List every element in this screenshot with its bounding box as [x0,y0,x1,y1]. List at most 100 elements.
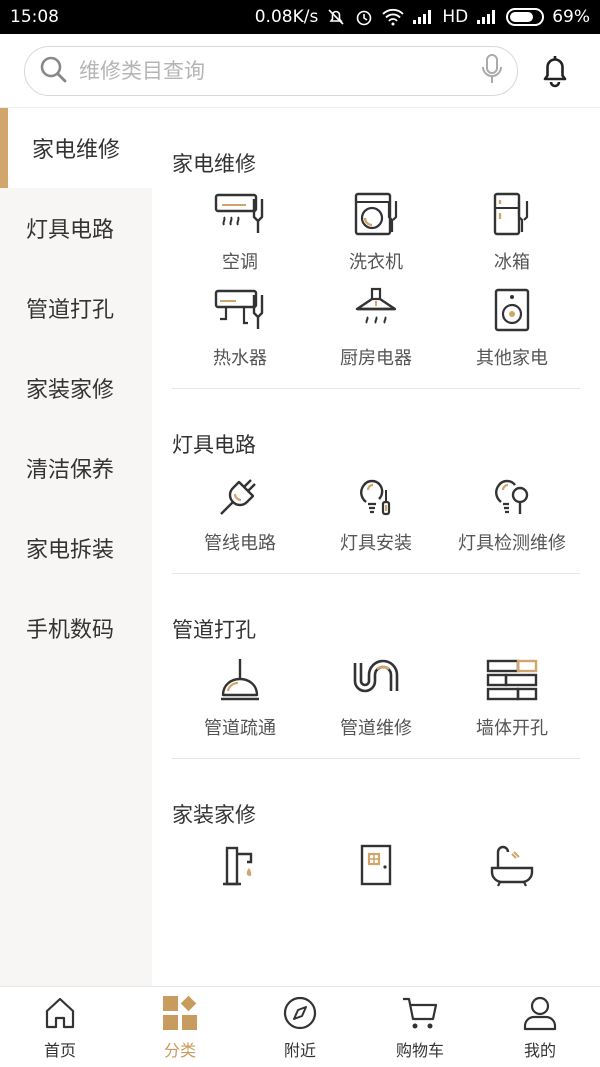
sidebar-item-label: 管道打孔 [26,298,115,323]
service-item-light-repair[interactable]: 灯具检测维修 [444,467,580,563]
bottom-tab-bar: 首页 分类 附近 购物车 我的 [0,986,600,1067]
service-label: 热水器 [213,348,267,369]
service-grid: 空调 洗衣机 冰箱 热水器 厨房电器 其他家电 [172,186,580,378]
tab-nearby[interactable]: 附近 [240,987,360,1067]
service-item-faucet[interactable] [172,837,308,933]
service-item-door[interactable] [308,837,444,933]
section-title: 灯具电路 [172,433,256,457]
tab-me[interactable]: 我的 [480,987,600,1067]
washing-machine-repair-icon [348,186,404,242]
brick-wall-icon [484,652,540,708]
section-title: 家装家修 [172,803,256,827]
microphone-icon[interactable] [481,53,503,89]
service-label: 墙体开孔 [476,718,548,739]
service-item-wall-drilling[interactable]: 墙体开孔 [444,652,580,748]
pipe-icon [348,652,404,708]
search-icon [39,55,67,87]
notification-bell-icon[interactable] [538,51,572,91]
sidebar-item-home-repair[interactable]: 家装家修 [0,348,152,428]
compass-icon [280,993,320,1033]
sidebar-item-pipe-drilling[interactable]: 管道打孔 [0,268,152,348]
signal-icon-2 [476,9,498,25]
tab-label: 首页 [43,1041,76,1060]
service-item-fridge[interactable]: 冰箱 [444,186,580,282]
sidebar-item-digital[interactable]: 手机数码 [0,588,152,668]
header [0,34,600,108]
tab-home[interactable]: 首页 [0,987,120,1067]
sidebar-item-appliance-repair[interactable]: 家电维修 [0,108,152,188]
service-item-washing-machine[interactable]: 洗衣机 [308,186,444,282]
service-item-kitchen-appliance[interactable]: 厨房电器 [308,282,444,378]
user-icon [520,993,560,1033]
bulb-screwdriver-icon [348,467,404,523]
section-title: 家电维修 [172,152,256,176]
sidebar-item-lighting-circuit[interactable]: 灯具电路 [0,188,152,268]
tab-category[interactable]: 分类 [120,987,240,1067]
signal-icon [412,9,434,25]
battery-icon [506,8,545,26]
mute-icon [326,7,346,27]
service-label: 洗衣机 [349,252,403,273]
status-bar: 15:08 0.08K/s HD 69% [0,0,600,34]
category-content: 家电维修 空调 洗衣机 冰箱 热水器 厨房电器 其他家电 灯具电路 管线电路 灯… [152,108,600,986]
sidebar-item-label: 家电拆装 [26,538,115,563]
bathtub-icon [484,837,540,893]
section-pipe-drilling: 管道打孔 管道疏通 管道维修 墙体开孔 [152,574,600,759]
service-item-other-appliance[interactable]: 其他家电 [444,282,580,378]
service-grid: 管线电路 灯具安装 灯具检测维修 [172,467,580,563]
plunger-icon [212,652,268,708]
service-item-wiring[interactable]: 管线电路 [172,467,308,563]
service-item-light-install[interactable]: 灯具安装 [308,467,444,563]
air-conditioner-repair-icon [212,186,268,242]
service-label: 管线电路 [204,533,276,554]
service-label: 管道维修 [340,718,412,739]
sidebar-item-label: 灯具电路 [26,218,115,243]
service-label: 其他家电 [476,348,548,369]
battery-level: 69% [552,7,590,27]
category-sidebar: 家电维修 灯具电路 管道打孔 家装家修 清洁保养 家电拆装 手机数码 [0,108,152,986]
service-item-bathtub[interactable] [444,837,580,933]
bulb-magnifier-icon [484,467,540,523]
status-indicators: 0.08K/s HD 69% [255,7,590,27]
sidebar-item-label: 家装家修 [26,378,115,403]
section-home-repair: 家装家修 [152,759,600,933]
sidebar-item-label: 家电维修 [32,138,121,163]
category-icon [160,993,200,1033]
service-item-air-conditioner[interactable]: 空调 [172,186,308,282]
water-heater-repair-icon [212,282,268,338]
service-grid: 管道疏通 管道维修 墙体开孔 [172,652,580,748]
cart-icon [400,993,440,1033]
speaker-icon [484,282,540,338]
network-speed: 0.08K/s [254,7,319,27]
sidebar-item-label: 手机数码 [26,618,115,643]
service-item-pipe-repair[interactable]: 管道维修 [308,652,444,748]
tab-label: 我的 [523,1041,556,1060]
network-type: HD [442,7,469,27]
service-grid [172,837,580,933]
service-label: 管道疏通 [204,718,276,739]
service-label: 空调 [222,252,258,273]
sidebar-item-cleaning[interactable]: 清洁保养 [0,428,152,508]
service-item-water-heater[interactable]: 热水器 [172,282,308,378]
range-hood-icon [348,282,404,338]
tab-cart[interactable]: 购物车 [360,987,480,1067]
tab-label: 附近 [283,1041,316,1060]
service-label: 厨房电器 [340,348,412,369]
section-title: 管道打孔 [172,618,256,642]
section-lighting-circuit: 灯具电路 管线电路 灯具安装 灯具检测维修 [152,389,600,574]
tab-label: 购物车 [395,1041,444,1060]
section-appliance-repair: 家电维修 空调 洗衣机 冰箱 热水器 厨房电器 其他家电 [152,108,600,389]
faucet-icon [212,837,268,893]
door-icon [348,837,404,893]
sidebar-item-appliance-install[interactable]: 家电拆装 [0,508,152,588]
service-label: 冰箱 [494,252,530,273]
sidebar-item-label: 清洁保养 [26,458,115,483]
search-input[interactable] [79,58,481,83]
status-time: 15:08 [10,7,59,27]
service-item-pipe-unclog[interactable]: 管道疏通 [172,652,308,748]
tab-label: 分类 [163,1041,196,1060]
home-icon [40,993,80,1033]
search-bar[interactable] [24,45,518,96]
plug-icon [212,467,268,523]
service-label: 灯具安装 [340,533,412,554]
